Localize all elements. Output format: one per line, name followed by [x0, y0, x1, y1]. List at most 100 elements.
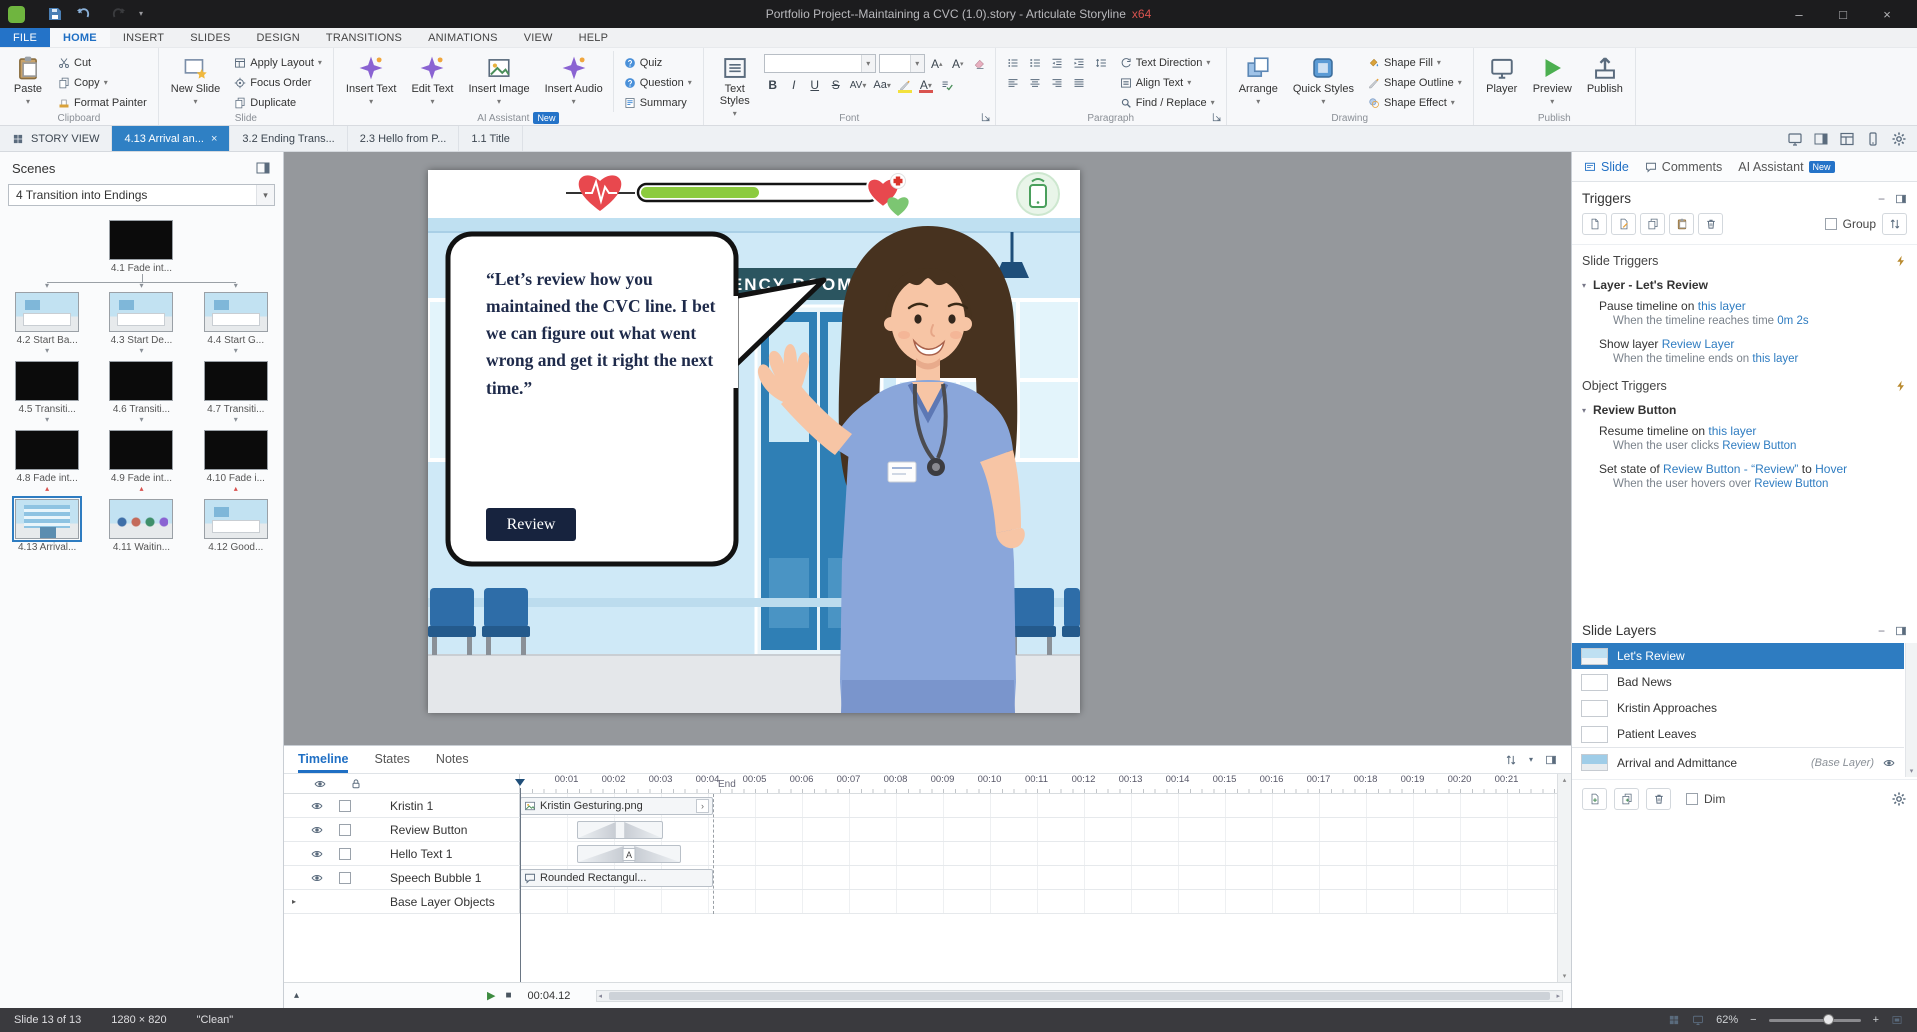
delete-layer-button[interactable] [1646, 788, 1671, 810]
tab-animations[interactable]: ANIMATIONS [415, 28, 511, 47]
zoom-out-icon[interactable]: − [1750, 1014, 1756, 1026]
tab-home[interactable]: HOME [50, 28, 110, 47]
increase-indent-button[interactable] [1069, 54, 1089, 72]
grow-font-button[interactable]: A ▴ [928, 55, 946, 73]
states-tab[interactable]: States [374, 746, 409, 773]
zoom-slider-handle[interactable] [1822, 1013, 1834, 1025]
trigger-param-link[interactable]: Hover [1815, 462, 1847, 476]
ai-insert-image-button[interactable]: Insert Image ▾ [463, 51, 534, 110]
copy-button[interactable]: Copy ▾ [54, 73, 151, 92]
paragraph-dialog-launcher-icon[interactable] [1211, 111, 1223, 123]
character-spacing-button[interactable]: AV ▾ [848, 76, 869, 94]
align-right-button[interactable] [1047, 74, 1067, 92]
review-button[interactable]: Review [486, 508, 576, 541]
arrange-button[interactable]: Arrange ▾ [1234, 51, 1283, 110]
timeline-row-kristin[interactable]: Kristin 1 Kristin Gesturing.png › [284, 794, 1557, 818]
trigger-param-link[interactable]: Review Button - “Review” [1663, 462, 1798, 476]
edit-trigger-button[interactable] [1611, 213, 1636, 235]
shape-outline-button[interactable]: Shape Outline ▾ [1364, 73, 1466, 92]
new-trigger-button[interactable] [1582, 213, 1607, 235]
shape-effect-button[interactable]: Shape Effect ▾ [1364, 93, 1466, 112]
underline-button[interactable]: U [806, 76, 824, 94]
view-grid-icon[interactable] [1839, 131, 1855, 147]
timeline-row-speech-bubble[interactable]: Speech Bubble 1 Rounded Rectangul... [284, 866, 1557, 890]
player-button[interactable]: Player [1481, 51, 1523, 99]
timeline-row-review-button[interactable]: Review Button [284, 818, 1557, 842]
timeline-stop-button[interactable]: ■ [506, 990, 512, 1001]
trigger-param-link[interactable]: this layer [1752, 353, 1798, 365]
justify-button[interactable] [1069, 74, 1089, 92]
scene-thumb-4-10[interactable]: 4.10 Fade i... [189, 430, 283, 484]
scene-thumb-4-8[interactable]: 4.8 Fade int... [0, 430, 94, 484]
slide-view-toggle-icon[interactable] [1692, 1014, 1704, 1026]
panel-tab-ai-assistant[interactable]: AI Assistant New [1738, 160, 1835, 174]
shrink-font-button[interactable]: A ▾ [949, 55, 967, 73]
panel-tab-slide[interactable]: Slide [1584, 160, 1629, 174]
lock-checkbox[interactable] [339, 799, 351, 812]
tab-insert[interactable]: INSERT [110, 28, 177, 47]
scene-thumb-4-12[interactable]: 4.12 Good... [189, 499, 283, 553]
numbering-button[interactable] [1025, 54, 1045, 72]
layer-row-kristin-approaches[interactable]: Kristin Approaches [1572, 695, 1904, 721]
timeline-tab[interactable]: Timeline [298, 746, 349, 773]
maximize-button[interactable]: □ [1821, 0, 1865, 28]
fit-to-window-icon[interactable] [1891, 1014, 1903, 1026]
timeline-ruler[interactable]: 00:01 00:02 00:03 00:04 00:05 00:06 00:07 00:08… [520, 774, 1557, 793]
panel-tab-comments[interactable]: Comments [1645, 160, 1722, 174]
tab-slides[interactable]: SLIDES [177, 28, 243, 47]
decrease-indent-button[interactable] [1047, 54, 1067, 72]
eye-icon[interactable] [311, 872, 323, 884]
timeline-panel-icon[interactable] [1545, 754, 1557, 766]
question-button[interactable]: Question ▾ [620, 73, 696, 92]
font-dialog-launcher-icon[interactable] [980, 111, 992, 123]
trigger-pause-timeline[interactable]: Pause timeline on this layer When the ti… [1572, 294, 1917, 332]
align-center-button[interactable] [1025, 74, 1045, 92]
settings-gear-icon[interactable] [1891, 131, 1907, 147]
scene-thumb-4-13-selected[interactable]: 4.13 Arrival... [0, 496, 94, 553]
eye-icon[interactable] [311, 848, 323, 860]
tab-view[interactable]: VIEW [511, 28, 566, 47]
find-replace-button[interactable]: Find / Replace ▾ [1116, 93, 1219, 112]
trigger-group-layer-lets-review[interactable]: ▾ Layer - Let's Review [1572, 271, 1917, 294]
ai-insert-text-button[interactable]: Insert Text ▾ [341, 51, 402, 110]
delete-trigger-button[interactable] [1698, 213, 1723, 235]
bold-button[interactable]: B [764, 76, 782, 94]
reorder-triggers-button[interactable] [1882, 213, 1907, 235]
lock-checkbox[interactable] [339, 871, 351, 884]
redo-icon[interactable] [111, 6, 127, 22]
eye-icon[interactable] [311, 800, 323, 812]
ai-insert-audio-button[interactable]: Insert Audio ▾ [540, 51, 608, 110]
font-family-combo[interactable]: ▾ [763, 54, 876, 73]
font-size-combo[interactable]: ▾ [878, 54, 925, 73]
view-split-icon[interactable] [1813, 131, 1829, 147]
timeline-play-button[interactable]: ▶ [487, 989, 495, 1002]
scene-thumb-4-9[interactable]: 4.9 Fade int... [94, 430, 188, 484]
minimize-button[interactable]: – [1777, 0, 1821, 28]
layer-row-base[interactable]: Arrival and Admittance (Base Layer) [1572, 747, 1904, 777]
tab-transitions[interactable]: TRANSITIONS [313, 28, 415, 47]
trigger-group-review-button[interactable]: ▾ Review Button [1572, 396, 1917, 419]
quick-styles-button[interactable]: Quick Styles ▾ [1288, 51, 1359, 110]
scene-thumb-4-6[interactable]: 4.6 Transiti... [94, 361, 188, 415]
new-layer-button[interactable] [1582, 788, 1607, 810]
scenes-panel-icon[interactable] [255, 160, 271, 176]
trigger-set-state[interactable]: Set state of Review Button - “Review” to… [1572, 457, 1917, 495]
undo-icon[interactable] [75, 6, 91, 22]
slide-canvas[interactable]: EMERGENCY ROOM “Let’s review how you mai… [428, 170, 1080, 713]
tab-help[interactable]: HELP [566, 28, 622, 47]
ai-edit-text-button[interactable]: Edit Text ▾ [406, 51, 458, 110]
layer-settings-gear-icon[interactable] [1891, 791, 1907, 807]
scene-thumb-4-1[interactable]: 4.1 Fade int... [94, 220, 188, 274]
preview-button[interactable]: Preview ▾ [1528, 51, 1577, 110]
dim-checkbox[interactable] [1686, 793, 1698, 805]
timeline-collapse-icon[interactable]: ▾ [1529, 755, 1533, 764]
triggers-panel-icon[interactable] [1895, 193, 1907, 205]
speech-text[interactable]: “Let’s review how you maintained the CVC… [486, 266, 720, 402]
text-direction-button[interactable]: Text Direction ▾ [1116, 53, 1219, 72]
trigger-resume-timeline[interactable]: Resume timeline on this layer When the u… [1572, 419, 1917, 457]
trigger-param-link[interactable]: 0m 2s [1777, 315, 1808, 327]
qat-customize-caret-icon[interactable]: ▾ [139, 10, 143, 18]
lock-checkbox[interactable] [339, 847, 351, 860]
duplicate-layer-button[interactable] [1614, 788, 1639, 810]
strikethrough-button[interactable]: S [827, 76, 845, 94]
